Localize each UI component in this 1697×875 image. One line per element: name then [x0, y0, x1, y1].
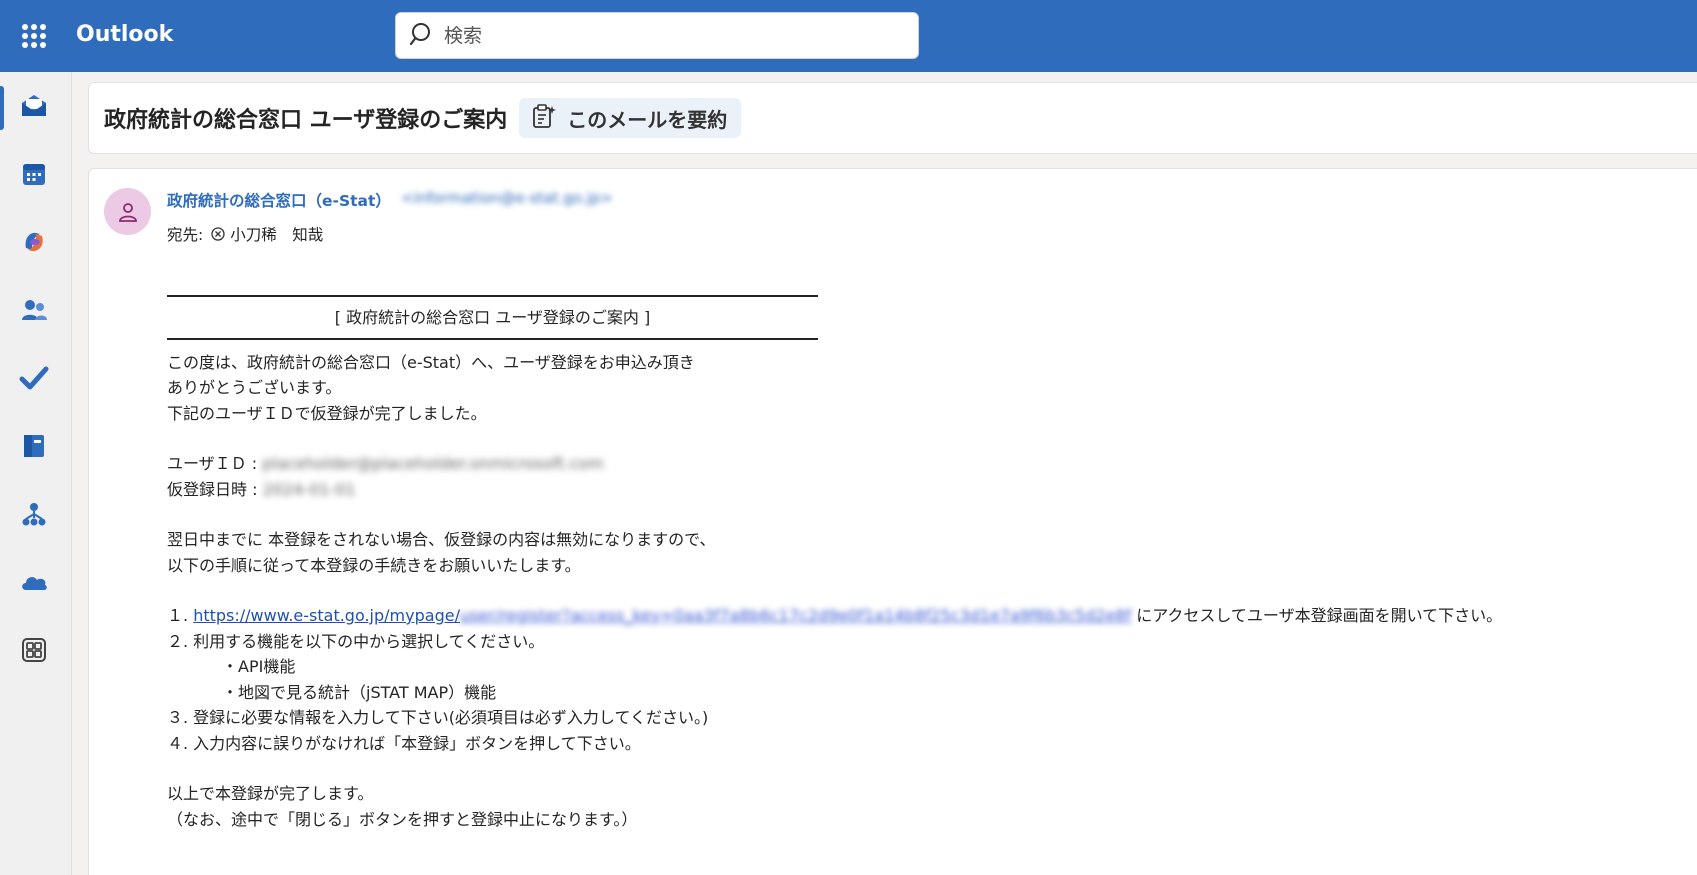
mypage-link[interactable]: https://www.e-stat.go.jp/mypage/ [193, 606, 460, 625]
body-banner: [ 政府統計の総合窓口 ユーザ登録のご案内 ] [334, 308, 651, 327]
top-bar: Outlook [0, 0, 1697, 72]
email-subject: 政府統計の総合窓口 ユーザ登録のご案内 [104, 108, 508, 133]
recipients-row: 宛先: 小刀稀 知哉 [167, 223, 323, 245]
step-2-option: ・地図で見る統計（jSTAT MAP）機能 [222, 682, 497, 702]
todo-check-icon[interactable] [14, 358, 54, 398]
reg-date-value: 2024-01-01 [262, 479, 356, 499]
avatar[interactable] [104, 188, 151, 235]
notebook-icon[interactable] [14, 426, 54, 466]
active-indicator [0, 86, 4, 130]
step-2-option: ・API機能 [222, 657, 296, 676]
org-chart-icon[interactable] [14, 494, 54, 534]
body-line: （なお、途中で「閉じる」ボタンを押すと登録中止になります。） [167, 809, 638, 829]
copilot-icon[interactable] [14, 222, 54, 262]
sender-name[interactable]: 政府統計の総合窓口（e-Stat） [167, 189, 391, 211]
mypage-link-token[interactable]: user/register?access_key=0aa3f7a8b6c17c2… [460, 606, 1131, 625]
body-line: 翌日中までに 本登録をされない場合、仮登録の内容は無効になりますので、 [167, 530, 716, 549]
apps-grid-icon[interactable] [14, 630, 54, 670]
step-4: ４. 入力内容に誤りがなければ「本登録」ボタンを押して下さい。 [167, 733, 641, 753]
step-3: ３. 登録に必要な情報を入力して下さい(必須項目は必ず入力してください。) [167, 708, 709, 727]
step-1-number: １. [167, 606, 194, 625]
subject-header: 政府統計の総合窓口 ユーザ登録のご案内 このメールを要約 [88, 82, 1697, 154]
calendar-icon[interactable] [14, 154, 54, 194]
user-id-label: ユーザＩＤ : [167, 454, 258, 473]
body-line: 以上で本登録が完了します。 [167, 784, 374, 803]
person-icon [118, 202, 137, 222]
step-2: ２. 利用する機能を以下の中から選択してください。 [167, 631, 545, 651]
people-icon[interactable] [14, 290, 54, 330]
search-box[interactable] [395, 12, 919, 59]
email-body: [ 政府統計の総合窓口 ユーザ登録のご案内 ] この度は、政府統計の総合窓口（e… [167, 295, 1697, 832]
step-1-text: にアクセスしてユーザ本登録画面を開いて下さい。 [1136, 606, 1503, 625]
search-icon [409, 21, 436, 51]
search-input[interactable] [444, 24, 904, 47]
recipient-name[interactable]: 小刀稀 知哉 [230, 223, 323, 245]
reg-date-row: 仮登録日時 : 2024-01-01 [167, 477, 1697, 503]
app-rail [0, 72, 72, 875]
body-line: 以下の手順に従って本登録の手続きをお願いいたします。 [167, 555, 581, 575]
step-1: １. https://www.e-stat.go.jp/mypage/user/… [167, 603, 1697, 629]
sender-email[interactable]: <information@e-stat.go.jp> [401, 189, 613, 207]
user-id-row: ユーザＩＤ : placeholder@placeholder.onmicros… [167, 451, 1697, 477]
recipient-status-icon [211, 227, 225, 241]
user-id-value: placeholder@placeholder.onmicrosoft.com [262, 454, 604, 473]
to-label: 宛先: [167, 226, 204, 244]
message-pane: 政府統計の総合窓口（e-Stat） <information@e-stat.go… [88, 168, 1697, 875]
copilot-summary-icon [531, 103, 557, 134]
body-line: この度は、政府統計の総合窓口（e-Stat）へ、ユーザ登録をお申込み頂き [167, 352, 695, 372]
app-title[interactable]: Outlook [76, 22, 173, 47]
summarize-label: このメールを要約 [567, 107, 728, 132]
reg-date-label: 仮登録日時 : [167, 479, 258, 499]
mail-icon[interactable] [14, 86, 54, 126]
cloud-icon[interactable] [14, 562, 54, 602]
app-launcher-icon[interactable] [22, 24, 46, 48]
body-line: 下記のユーザＩＤで仮登録が完了しました。 [167, 403, 487, 423]
body-line: ありがとうございます。 [167, 378, 342, 397]
summarize-button[interactable]: このメールを要約 [519, 98, 742, 138]
